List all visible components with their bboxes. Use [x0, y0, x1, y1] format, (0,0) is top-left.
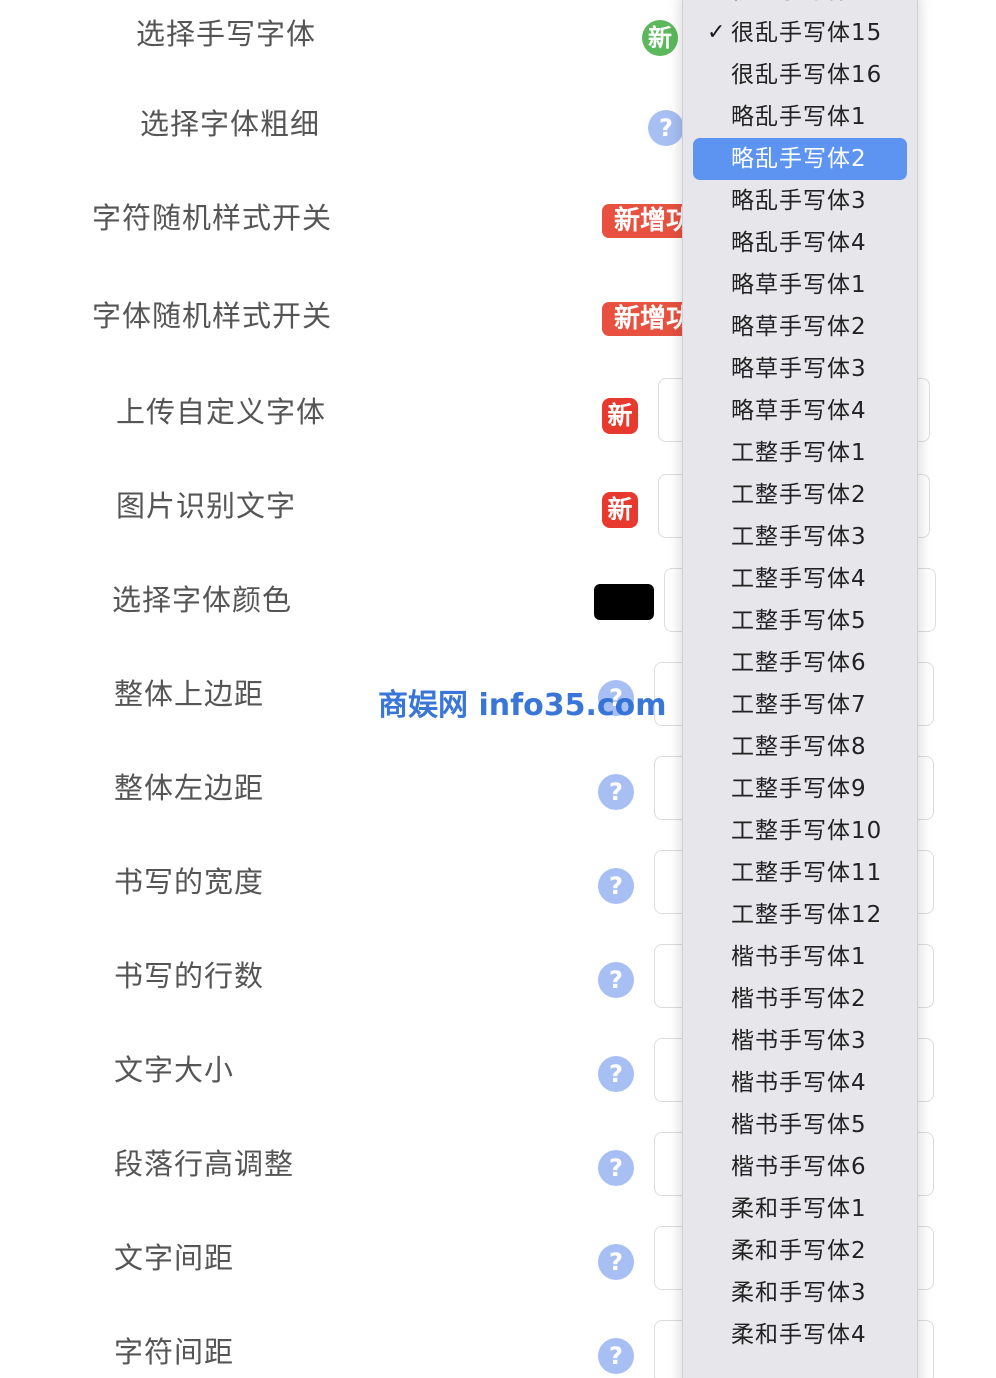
font-option-label: 很乱手写体15 [731, 20, 883, 46]
font-option-label: 柔和手写体2 [731, 1238, 867, 1264]
label-handwriting-font: 选择手写字体 [136, 17, 317, 51]
font-option[interactable]: 工整手写体6 [693, 642, 907, 684]
font-option-label: 很乱手写体14 [731, 0, 882, 12]
font-option-label: 工整手写体5 [731, 608, 867, 634]
label-font-weight: 选择字体粗细 [140, 107, 321, 141]
font-option[interactable]: 楷书手写体2 [693, 978, 907, 1020]
font-option-label: 工整手写体1 [731, 440, 867, 466]
font-option[interactable]: 很乱手写体14 [693, 0, 907, 12]
font-option-label: 工整手写体9 [731, 776, 867, 802]
font-option-label: 略草手写体3 [731, 356, 867, 382]
font-option-label: 工整手写体7 [731, 692, 867, 718]
font-option-label: 工整手写体2 [731, 482, 867, 508]
font-option-label: 楷书手写体5 [731, 1112, 867, 1138]
new-badge-icon: 新 [602, 492, 638, 528]
font-option-label: 楷书手写体1 [731, 944, 867, 970]
help-icon[interactable]: ? [598, 1244, 634, 1280]
font-option[interactable]: 略乱手写体1 [693, 96, 907, 138]
font-option-label: 楷书手写体3 [731, 1028, 867, 1054]
font-option-label: 工整手写体4 [731, 566, 867, 592]
font-option[interactable]: 楷书手写体4 [693, 1062, 907, 1104]
font-option-label: 楷书手写体2 [731, 986, 867, 1012]
font-option[interactable]: 柔和手写体2 [693, 1230, 907, 1272]
font-option-label: 略乱手写体2 [731, 146, 867, 172]
label-char-spacing: 字符间距 [114, 1335, 235, 1369]
font-option[interactable]: 工整手写体9 [693, 768, 907, 810]
new-badge-icon: 新 [602, 398, 638, 434]
font-option-label: 略草手写体4 [731, 398, 867, 424]
label-text-spacing: 文字间距 [114, 1241, 235, 1275]
font-option[interactable]: 略乱手写体3 [693, 180, 907, 222]
font-option[interactable]: 略草手写体2 [693, 306, 907, 348]
label-char-random-style: 字符随机样式开关 [92, 201, 333, 235]
new-badge-icon: 新 [642, 20, 678, 56]
label-font-size: 文字大小 [114, 1053, 235, 1087]
font-option[interactable]: 工整手写体5 [693, 600, 907, 642]
font-option-label: 工整手写体10 [731, 818, 883, 844]
label-left-margin: 整体左边距 [114, 771, 265, 805]
font-option-label: 工整手写体8 [731, 734, 867, 760]
font-option-label: 楷书手写体4 [731, 1070, 867, 1096]
help-icon[interactable]: ? [598, 868, 634, 904]
font-option[interactable]: 略草手写体1 [693, 264, 907, 306]
font-option-label: 柔和手写体4 [731, 1322, 867, 1348]
help-icon[interactable]: ? [598, 774, 634, 810]
font-option-label: 略乱手写体3 [731, 188, 867, 214]
font-option[interactable]: 略草手写体4 [693, 390, 907, 432]
font-option-label: 很乱手写体16 [731, 62, 883, 88]
help-icon[interactable]: ? [598, 1150, 634, 1186]
font-option-label: 楷书手写体6 [731, 1154, 867, 1180]
label-line-height: 段落行高调整 [114, 1147, 295, 1181]
watermark-text: 商娱网 info35.com [378, 688, 667, 723]
font-option[interactable]: 楷书手写体1 [693, 936, 907, 978]
font-option[interactable]: 工整手写体11 [693, 852, 907, 894]
label-writing-width: 书写的宽度 [114, 865, 265, 899]
font-option[interactable]: 工整手写体10 [693, 810, 907, 852]
label-image-ocr: 图片识别文字 [116, 489, 297, 523]
font-option-label: 工整手写体6 [731, 650, 867, 676]
font-option[interactable]: 工整手写体8 [693, 726, 907, 768]
help-icon[interactable]: ? [598, 962, 634, 998]
label-upload-custom-font: 上传自定义字体 [116, 395, 327, 429]
font-option[interactable]: ✓ 很乱手写体15 [693, 12, 907, 54]
font-option[interactable]: 楷书手写体3 [693, 1020, 907, 1062]
font-option-label: 略乱手写体1 [731, 104, 867, 130]
font-option[interactable]: 工整手写体1 [693, 432, 907, 474]
font-option-label: 工整手写体3 [731, 524, 867, 550]
font-option[interactable]: 很乱手写体16 [693, 54, 907, 96]
help-icon[interactable]: ? [598, 1338, 634, 1374]
font-option-label: 柔和手写体1 [731, 1196, 867, 1222]
checkmark-icon: ✓ [707, 20, 726, 45]
help-icon[interactable]: ? [598, 1056, 634, 1092]
help-icon[interactable]: ? [648, 110, 684, 146]
font-option[interactable]: 工整手写体3 [693, 516, 907, 558]
label-font-random-style: 字体随机样式开关 [92, 299, 333, 333]
font-option[interactable]: 楷书手写体6 [693, 1146, 907, 1188]
font-dropdown-menu[interactable]: 很乱手写体14✓很乱手写体15很乱手写体16略乱手写体1略乱手写体2略乱手写体3… [682, 0, 918, 1378]
font-option[interactable]: 工整手写体2 [693, 474, 907, 516]
font-option-label: 工整手写体11 [731, 860, 883, 886]
font-option[interactable]: 工整手写体12 [693, 894, 907, 936]
label-line-count: 书写的行数 [114, 959, 265, 993]
label-font-color: 选择字体颜色 [112, 583, 293, 617]
font-option-label: 柔和手写体3 [731, 1280, 867, 1306]
font-option-label: 工整手写体12 [731, 902, 883, 928]
font-option[interactable]: 工整手写体4 [693, 558, 907, 600]
font-option-label: 略草手写体1 [731, 272, 867, 298]
font-option[interactable]: 略乱手写体4 [693, 222, 907, 264]
font-option[interactable]: 柔和手写体3 [693, 1272, 907, 1314]
font-option-label: 略乱手写体4 [731, 230, 867, 256]
font-option[interactable]: 工整手写体7 [693, 684, 907, 726]
font-option[interactable]: 柔和手写体1 [693, 1188, 907, 1230]
font-option[interactable]: 楷书手写体5 [693, 1104, 907, 1146]
font-option[interactable]: 略乱手写体2 [693, 138, 907, 180]
font-option[interactable]: 柔和手写体4 [693, 1314, 907, 1356]
font-option[interactable]: 略草手写体3 [693, 348, 907, 390]
settings-panel: 选择手写字体 选择字体粗细 字符随机样式开关 字体随机样式开关 上传自定义字体 … [0, 0, 996, 1378]
label-top-margin: 整体上边距 [114, 677, 265, 711]
font-option-label: 略草手写体2 [731, 314, 867, 340]
font-color-swatch[interactable] [594, 584, 654, 620]
